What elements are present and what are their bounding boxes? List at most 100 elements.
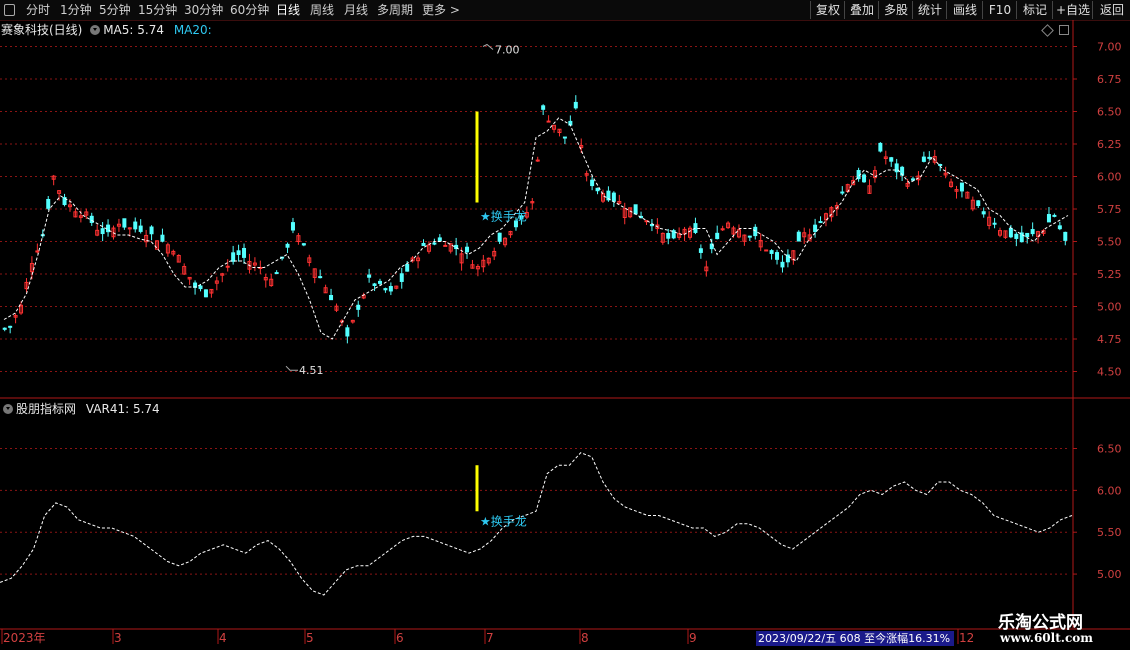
time-label: 2023年 bbox=[3, 631, 46, 645]
sub-tick-label: 5.00 bbox=[1097, 568, 1122, 581]
candle-body bbox=[258, 266, 263, 270]
candle-body bbox=[900, 166, 905, 176]
time-label: 7 bbox=[486, 631, 494, 645]
candle-body bbox=[454, 244, 459, 250]
candle-body bbox=[666, 233, 671, 239]
price-tick-label: 6.25 bbox=[1097, 138, 1122, 151]
candle-body bbox=[73, 211, 78, 218]
candle-body bbox=[24, 281, 29, 290]
price-tick-label: 5.25 bbox=[1097, 268, 1122, 281]
period-5min[interactable]: 5分钟 bbox=[99, 2, 131, 18]
candle-body bbox=[823, 213, 828, 221]
candle-body bbox=[220, 273, 225, 276]
overlay-button[interactable]: 叠加 bbox=[844, 1, 879, 19]
axes bbox=[0, 20, 1130, 630]
candle-body bbox=[622, 208, 627, 218]
candle-body bbox=[606, 190, 611, 201]
period-multi[interactable]: 多周期 bbox=[377, 2, 413, 18]
candle-body bbox=[1057, 225, 1062, 230]
candle-body bbox=[78, 215, 83, 218]
period-daily[interactable]: 日线 bbox=[276, 2, 300, 18]
stock-name: 赛象科技(日线) bbox=[1, 23, 83, 37]
draw-line-button[interactable]: 画线 bbox=[946, 1, 983, 19]
candle-body bbox=[671, 230, 676, 239]
candle-body bbox=[535, 159, 540, 162]
candle-body bbox=[1052, 214, 1057, 217]
candle-body bbox=[813, 224, 818, 232]
ma20-label: MA20: bbox=[173, 23, 212, 37]
candle-body bbox=[89, 215, 94, 223]
candle-body bbox=[998, 230, 1003, 236]
period-fenshi[interactable]: 分时 bbox=[26, 2, 50, 18]
add-watchlist-button[interactable]: +自选 bbox=[1052, 1, 1093, 19]
period-15min[interactable]: 15分钟 bbox=[138, 2, 177, 18]
candle-body bbox=[160, 234, 165, 242]
candle-body bbox=[67, 204, 72, 208]
low-label: 4.51 bbox=[299, 364, 324, 377]
multi-stock-button[interactable]: 多股 bbox=[878, 1, 913, 19]
candle-body bbox=[193, 282, 198, 288]
indicator-dropdown-icon[interactable] bbox=[3, 404, 13, 414]
time-label: 9 bbox=[689, 631, 697, 645]
candle-body bbox=[932, 155, 937, 163]
low-marker bbox=[285, 365, 298, 371]
period-more[interactable]: 更多 > bbox=[422, 2, 460, 18]
mark-button[interactable]: 标记 bbox=[1016, 1, 1053, 19]
candle-body bbox=[829, 207, 834, 218]
candle-body bbox=[144, 234, 149, 243]
high-label: 7.00 bbox=[495, 44, 520, 57]
candle-body bbox=[557, 128, 562, 134]
candle-body bbox=[182, 266, 187, 275]
candle-body bbox=[921, 156, 926, 162]
candle-body bbox=[40, 234, 45, 237]
candle-body bbox=[508, 231, 513, 236]
stats-button[interactable]: 统计 bbox=[912, 1, 947, 19]
candle-body bbox=[992, 222, 997, 225]
candle-body bbox=[100, 228, 105, 235]
dropdown-circle-icon[interactable] bbox=[90, 25, 101, 35]
candle-body bbox=[111, 227, 116, 238]
period-1min[interactable]: 1分钟 bbox=[60, 2, 92, 18]
candle-body bbox=[726, 222, 731, 229]
candle-body bbox=[573, 101, 578, 109]
period-monthly[interactable]: 月线 bbox=[344, 2, 368, 18]
menu-icon[interactable] bbox=[4, 4, 15, 16]
candle-body bbox=[736, 229, 741, 238]
sub-tick-label: 5.50 bbox=[1097, 526, 1122, 539]
candle-body bbox=[862, 174, 867, 183]
diamond-icon[interactable] bbox=[1041, 24, 1054, 37]
candle-body bbox=[584, 173, 589, 176]
adjust-button[interactable]: 复权 bbox=[810, 1, 845, 19]
candle-body bbox=[524, 212, 529, 218]
more-label: 更多 bbox=[422, 3, 447, 17]
candle-body bbox=[698, 248, 703, 253]
back-button[interactable]: 返回 bbox=[1092, 1, 1130, 19]
period-30min[interactable]: 30分钟 bbox=[184, 2, 223, 18]
candle-body bbox=[296, 235, 301, 243]
candle-body bbox=[426, 244, 431, 252]
candle-body bbox=[568, 120, 573, 126]
maximize-icon[interactable] bbox=[1059, 25, 1069, 35]
candle-body bbox=[780, 261, 785, 268]
candle-body bbox=[856, 170, 861, 180]
candle-body bbox=[1063, 231, 1068, 241]
period-60min[interactable]: 60分钟 bbox=[230, 2, 269, 18]
candle-body bbox=[579, 145, 584, 149]
candle-body bbox=[274, 272, 279, 275]
candle-body bbox=[443, 244, 448, 247]
f10-button[interactable]: F10 bbox=[982, 1, 1017, 19]
time-label: 8 bbox=[581, 631, 589, 645]
candle-body bbox=[356, 304, 361, 310]
candle-body bbox=[758, 239, 763, 248]
candle-body bbox=[203, 289, 208, 298]
price-tick-label: 6.75 bbox=[1097, 73, 1122, 86]
time-label: 3 bbox=[114, 631, 122, 645]
candle-body bbox=[122, 218, 127, 228]
period-weekly[interactable]: 周线 bbox=[310, 2, 334, 18]
candle-body bbox=[301, 243, 306, 246]
candle-body bbox=[595, 187, 600, 192]
candle-body bbox=[927, 156, 932, 159]
candle-body bbox=[372, 283, 377, 286]
candle-body bbox=[46, 198, 51, 209]
watermark-url: www.60lt.com bbox=[1000, 631, 1093, 645]
